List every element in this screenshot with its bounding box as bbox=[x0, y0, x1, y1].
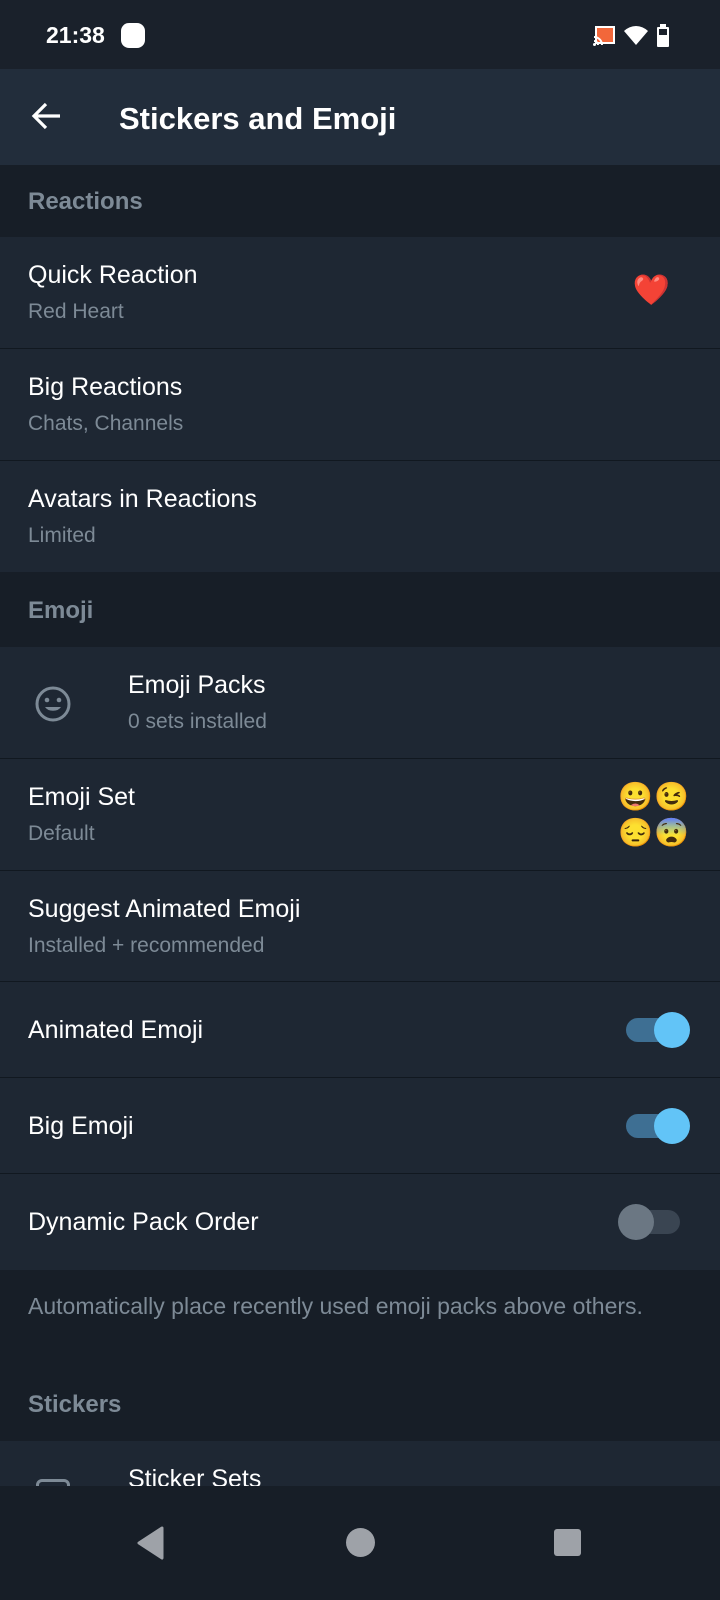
smiley-icon bbox=[35, 686, 71, 722]
emoji-pensive-icon: 😔 bbox=[618, 817, 653, 848]
animated-emoji-toggle[interactable] bbox=[626, 1012, 690, 1048]
clock: 21:38 bbox=[46, 22, 105, 48]
big-emoji-toggle[interactable] bbox=[626, 1108, 690, 1144]
emoji-set-value: Default bbox=[28, 822, 95, 845]
suggest-animated-emoji-label: Suggest Animated Emoji bbox=[28, 895, 301, 923]
emoji-grinning-icon: 😀 bbox=[618, 781, 653, 812]
suggest-animated-emoji-value: Installed + recommended bbox=[28, 934, 265, 957]
animated-emoji-row[interactable]: Animated Emoji bbox=[0, 982, 720, 1078]
emoji-packs-count: 0 sets installed bbox=[128, 710, 267, 733]
big-reactions-label: Big Reactions bbox=[28, 373, 183, 401]
avatars-in-reactions-value: Limited bbox=[28, 524, 96, 547]
big-reactions-value: Chats, Channels bbox=[28, 412, 184, 435]
dynamic-pack-order-label: Dynamic Pack Order bbox=[28, 1208, 259, 1236]
nav-recents-icon[interactable] bbox=[554, 1529, 581, 1556]
dynamic-pack-order-row[interactable]: Dynamic Pack Order bbox=[0, 1174, 720, 1270]
system-nav-bar bbox=[0, 1486, 720, 1600]
emoji-wink-icon: 😉 bbox=[654, 781, 689, 812]
battery-icon bbox=[657, 24, 669, 47]
page-title: Stickers and Emoji bbox=[119, 101, 397, 136]
section-header-emoji: Emoji bbox=[28, 597, 94, 624]
emoji-packs-label: Emoji Packs bbox=[128, 671, 266, 699]
nav-home-icon[interactable] bbox=[346, 1528, 375, 1557]
section-header-reactions: Reactions bbox=[28, 188, 143, 215]
quick-reaction-label: Quick Reaction bbox=[28, 261, 198, 289]
back-arrow-icon[interactable] bbox=[30, 99, 64, 133]
quick-reaction-row[interactable]: Quick Reaction Red Heart ❤️ bbox=[0, 237, 720, 349]
avatars-in-reactions-label: Avatars in Reactions bbox=[28, 485, 257, 513]
app-bar: Stickers and Emoji bbox=[0, 69, 720, 165]
dynamic-pack-order-toggle[interactable] bbox=[618, 1204, 680, 1240]
section-header-stickers: Stickers bbox=[28, 1391, 122, 1418]
nav-back-icon[interactable] bbox=[136, 1526, 166, 1560]
status-bar: 21:38 bbox=[0, 0, 720, 69]
wifi-icon bbox=[624, 26, 648, 45]
big-reactions-row[interactable]: Big Reactions Chats, Channels bbox=[0, 349, 720, 461]
red-heart-icon: ❤️ bbox=[632, 274, 670, 307]
big-emoji-row[interactable]: Big Emoji bbox=[0, 1078, 720, 1174]
emoji-set-preview: 😀 😉 😔 😨 bbox=[618, 779, 690, 851]
suggest-animated-emoji-row[interactable]: Suggest Animated Emoji Installed + recom… bbox=[0, 871, 720, 982]
dynamic-pack-order-info: Automatically place recently used emoji … bbox=[28, 1293, 643, 1319]
animated-emoji-label: Animated Emoji bbox=[28, 1016, 204, 1044]
avatars-in-reactions-row[interactable]: Avatars in Reactions Limited bbox=[0, 461, 720, 572]
big-emoji-label: Big Emoji bbox=[28, 1112, 134, 1140]
notification-icon bbox=[121, 23, 145, 48]
emoji-fearful-icon: 😨 bbox=[654, 817, 689, 848]
emoji-set-label: Emoji Set bbox=[28, 783, 135, 811]
emoji-packs-row[interactable]: Emoji Packs 0 sets installed bbox=[0, 647, 720, 759]
cast-icon bbox=[593, 26, 615, 46]
quick-reaction-value: Red Heart bbox=[28, 300, 124, 323]
emoji-set-row[interactable]: Emoji Set Default 😀 😉 😔 😨 bbox=[0, 759, 720, 871]
